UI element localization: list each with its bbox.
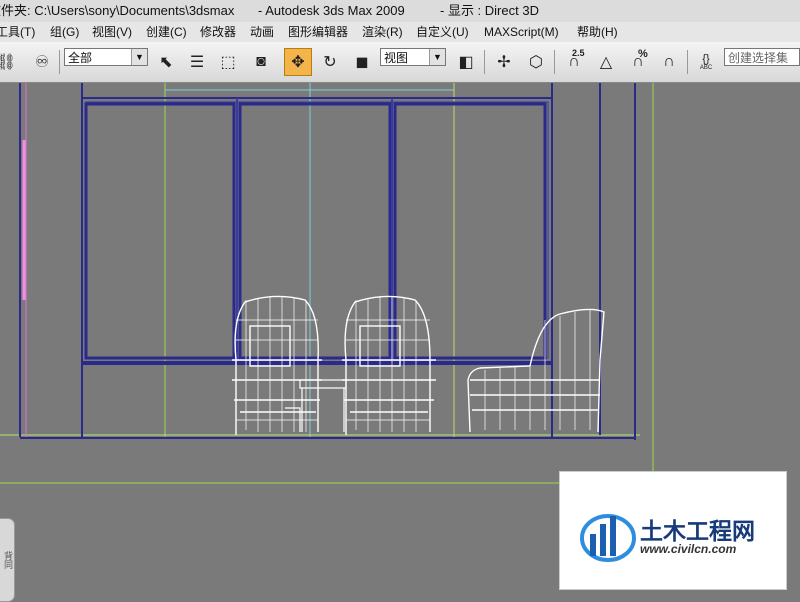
menu-rendering[interactable]: 渲染(R) xyxy=(362,22,403,42)
named-selection-placeholder: 创建选择集 xyxy=(728,51,789,65)
toolbar-separator xyxy=(484,50,485,74)
chevron-down-icon: ▼ xyxy=(131,49,147,65)
menu-maxscript[interactable]: MAXScript(M) xyxy=(484,22,559,42)
menu-views[interactable]: 视图(V) xyxy=(92,22,132,42)
toolbar-separator xyxy=(554,50,555,74)
snap-toggle-label: 2.5 xyxy=(572,48,585,58)
toolbar-separator xyxy=(687,50,688,74)
menu-group[interactable]: 组(G) xyxy=(50,22,79,42)
edit-named-selection-icon[interactable]: {} ABC xyxy=(692,48,720,76)
selection-filter-dropdown[interactable]: 全部 ▼ xyxy=(64,48,148,66)
menu-graph-editors[interactable]: 图形编辑器 xyxy=(288,22,348,42)
select-and-scale-icon[interactable]: ◼ xyxy=(348,48,376,76)
bind-space-warp-icon[interactable]: ♾ xyxy=(28,48,56,76)
watermark-url: www.civilcn.com xyxy=(640,542,737,556)
select-object-icon[interactable]: ⬉ xyxy=(152,48,180,76)
menu-animation[interactable]: 动画 xyxy=(250,22,274,42)
watermark-title: 土木工程网 xyxy=(640,519,755,545)
menu-create[interactable]: 创建(C) xyxy=(146,22,187,42)
percent-snap-icon[interactable]: % ∩ xyxy=(624,48,652,76)
snap-toggle-icon[interactable]: 2.5 ∩ xyxy=(560,48,588,76)
title-display-mode: - 显示 : Direct 3D xyxy=(440,3,539,18)
select-by-name-icon[interactable]: ☰ xyxy=(183,48,211,76)
select-and-move-icon[interactable]: ✥ xyxy=(284,48,312,76)
left-tab-text: 背同 xyxy=(3,551,13,569)
selection-filter-value: 全部 xyxy=(68,51,93,65)
keyboard-shortcut-override-icon[interactable]: ⬡ xyxy=(522,48,550,76)
select-and-rotate-icon[interactable]: ↻ xyxy=(316,48,344,76)
reference-coordinate-value: 视图 xyxy=(384,51,409,65)
abc-label: ABC xyxy=(699,65,713,71)
toolbar-separator xyxy=(59,50,60,74)
main-toolbar: ⛓ ♾ 全部 ▼ ⬉ ☰ ⬚ ◙ ✥ ↻ ◼ 视图 ▼ ◧ ✢ ⬡ 2.5 ∩ △… xyxy=(0,42,800,83)
link-icon[interactable]: ⛓ xyxy=(0,48,20,76)
braces-icon: {} xyxy=(702,53,710,65)
manipulate-icon[interactable]: ✢ xyxy=(490,48,518,76)
chevron-down-icon: ▼ xyxy=(429,49,445,65)
menu-bar: 工具(T) 组(G) 视图(V) 创建(C) 修改器 动画 图形编辑器 渲染(R… xyxy=(0,22,800,42)
angle-snap-icon[interactable]: △ xyxy=(592,48,620,76)
menu-customize[interactable]: 自定义(U) xyxy=(416,22,469,42)
pivot-center-icon[interactable]: ◧ xyxy=(452,48,480,76)
spinner-snap-icon[interactable]: ∩ xyxy=(655,48,683,76)
window-crossing-icon[interactable]: ◙ xyxy=(247,48,275,76)
percent-snap-label: % xyxy=(638,48,648,60)
menu-modifiers[interactable]: 修改器 xyxy=(200,22,236,42)
civilcn-logo-icon xyxy=(580,514,636,562)
rect-selection-region-icon[interactable]: ⬚ xyxy=(214,48,242,76)
title-bar: 文件夹: C:\Users\sony\Documents\3dsmax - Au… xyxy=(0,0,800,22)
watermark-box: 土木工程网 www.civilcn.com xyxy=(559,471,787,590)
reference-coordinate-dropdown[interactable]: 视图 ▼ xyxy=(380,48,446,66)
title-app: - Autodesk 3ds Max 2009 xyxy=(258,3,405,18)
named-selection-input[interactable]: 创建选择集 xyxy=(724,48,800,66)
menu-tools[interactable]: 工具(T) xyxy=(0,22,35,42)
title-path: 文件夹: C:\Users\sony\Documents\3dsmax xyxy=(0,3,235,18)
left-side-tab[interactable]: 背同 xyxy=(0,518,15,602)
menu-help[interactable]: 帮助(H) xyxy=(577,22,618,42)
